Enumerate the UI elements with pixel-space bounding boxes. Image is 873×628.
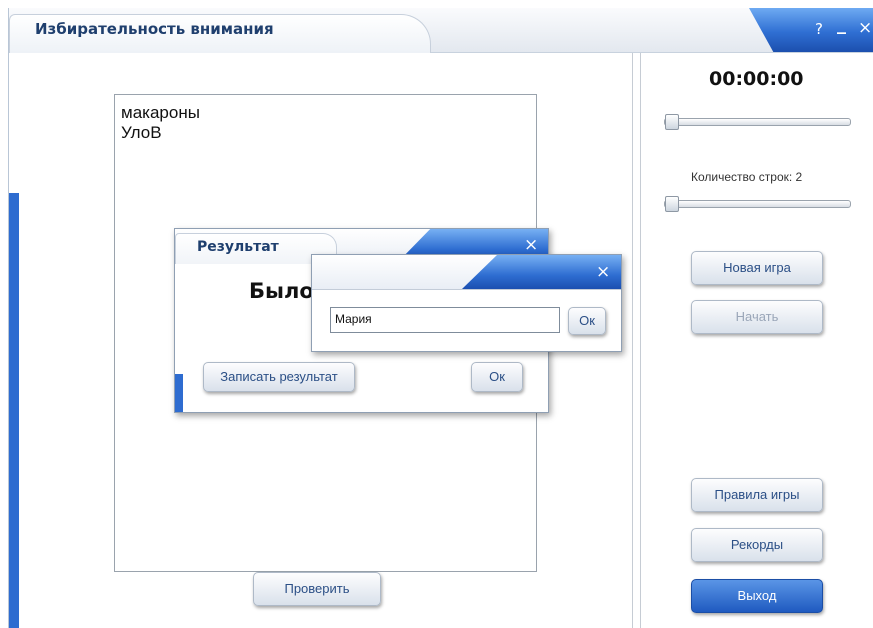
exit-button[interactable]: Выход: [691, 579, 823, 613]
rows-slider-thumb[interactable]: [665, 196, 679, 212]
minimize-icon[interactable]: _: [837, 14, 846, 35]
help-icon[interactable]: ?: [815, 20, 823, 38]
close-icon[interactable]: ×: [858, 18, 872, 38]
close-icon[interactable]: ×: [524, 235, 538, 255]
panel-divider: [632, 53, 633, 628]
start-button[interactable]: Начать: [691, 300, 823, 334]
timer: 00:00:00: [709, 68, 804, 90]
word-item: УлоВ: [121, 123, 162, 142]
result-ok-button[interactable]: Ок: [471, 362, 523, 392]
new-game-button[interactable]: Новая игра: [691, 251, 823, 285]
rows-count-label: Количество строк: 2: [691, 170, 803, 184]
window-title: Избирательность внимания: [35, 20, 274, 38]
panel-divider: [640, 53, 641, 628]
result-dialog-title: Результат: [197, 239, 279, 255]
left-accent-bar: [9, 193, 19, 628]
result-dialog-accent-bar: [175, 374, 183, 412]
word-item: макароны: [121, 103, 200, 122]
rows-slider-track[interactable]: [664, 200, 851, 208]
check-button[interactable]: Проверить: [253, 572, 381, 606]
records-button[interactable]: Рекорды: [691, 528, 823, 562]
save-result-button[interactable]: Записать результат: [203, 362, 355, 392]
name-ok-button[interactable]: Ок: [568, 307, 606, 335]
name-dialog: × Мария Ок: [311, 254, 622, 352]
speed-slider-thumb[interactable]: [665, 114, 679, 130]
close-icon[interactable]: ×: [596, 262, 610, 282]
rules-button[interactable]: Правила игры: [691, 478, 823, 512]
result-message: Было: [249, 279, 314, 303]
name-input-value: Мария: [335, 312, 372, 326]
speed-slider-track[interactable]: [664, 118, 851, 126]
name-input[interactable]: Мария: [330, 307, 560, 333]
